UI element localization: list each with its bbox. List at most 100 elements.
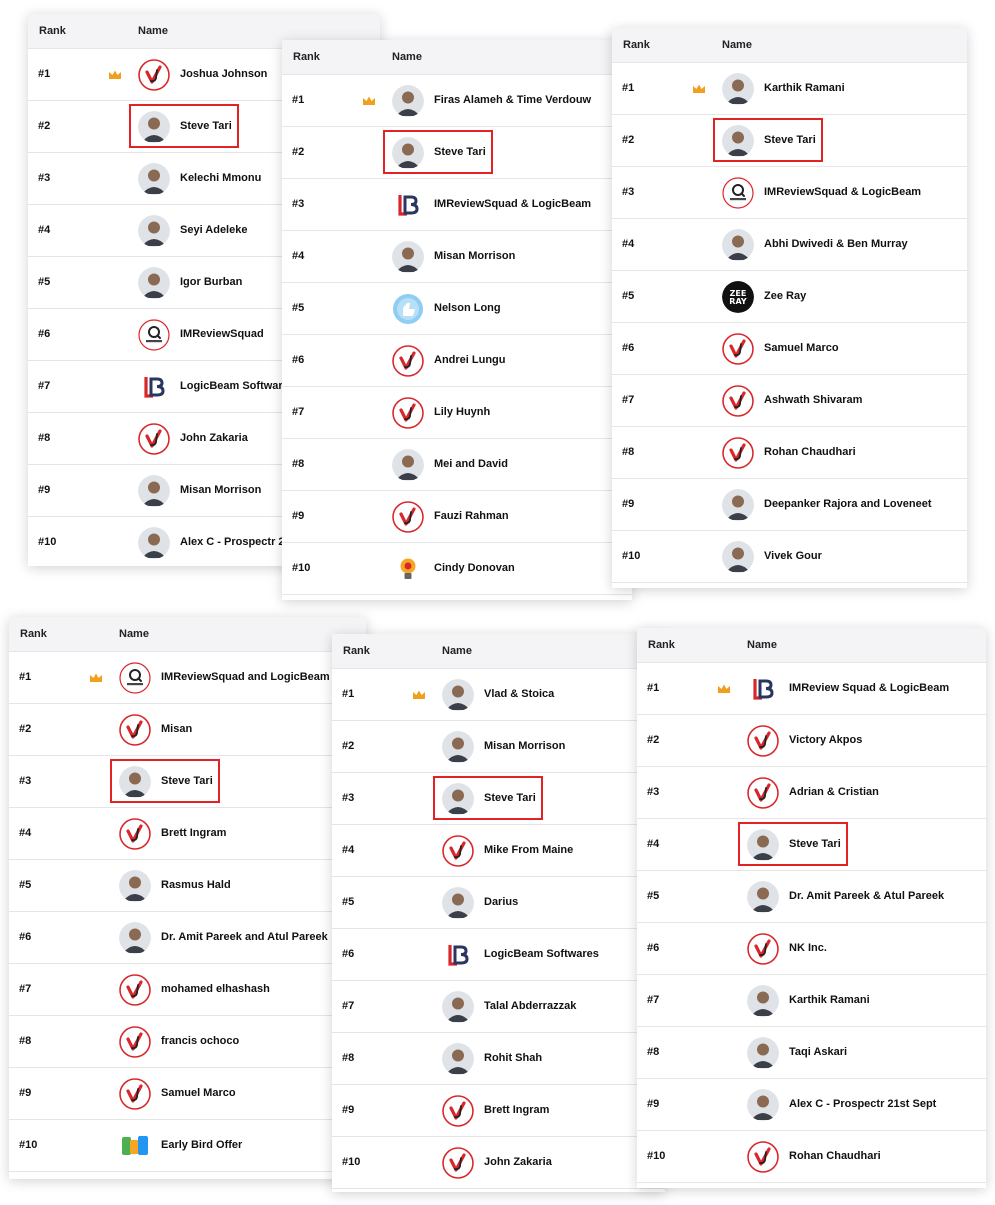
rank-label: #9 <box>19 1087 32 1099</box>
participant-name: IMReviewSquad & LogicBeam <box>434 198 592 210</box>
table-row[interactable]: #8 Rohit Shah <box>332 1033 665 1085</box>
table-row[interactable]: #3 IMReviewSquad & LogicBeam <box>612 167 967 219</box>
participant-name: LogicBeam Softwares <box>180 380 295 392</box>
table-row[interactable]: #9 Alex C - Prospectr 21st Sept <box>637 1079 986 1131</box>
jv-logo-icon <box>138 423 170 455</box>
table-row[interactable]: #2 Steve Tari <box>282 127 632 179</box>
participant-name: Dr. Amit Pareek & Atul Pareek <box>789 890 945 902</box>
table-row[interactable]: #2 Victory Akpos <box>637 715 986 767</box>
participant-name: Fauzi Rahman <box>434 510 509 522</box>
leaderboard-4: Rank Name #1 IMReviewSquad and LogicBeam #2 M… <box>9 617 366 1179</box>
table-row[interactable]: #6 LogicBeam Softwares <box>332 929 665 981</box>
rank-label: #8 <box>292 458 305 470</box>
table-row[interactable]: #10 Vivek Gour <box>612 531 967 583</box>
table-row[interactable]: #5 Dr. Amit Pareek & Atul Pareek <box>637 871 986 923</box>
rank-label: #10 <box>622 550 641 562</box>
rank-label: #3 <box>342 792 355 804</box>
table-row[interactable]: #1 Vlad & Stoica <box>332 669 665 721</box>
rank-label: #8 <box>38 432 51 444</box>
rank-label: #9 <box>622 498 635 510</box>
rank-column-header: Rank <box>39 25 66 37</box>
person-photo-icon <box>392 449 424 481</box>
table-row[interactable]: #8 francis ochoco <box>9 1016 366 1068</box>
rank-label: #1 <box>38 68 51 80</box>
person-photo-icon <box>392 85 424 117</box>
table-row[interactable]: #3 Steve Tari <box>332 773 665 825</box>
table-row[interactable]: #7 Talal Abderrazzak <box>332 981 665 1033</box>
highlight-box <box>110 759 220 803</box>
table-row[interactable]: #4 Mike From Maine <box>332 825 665 877</box>
highlight-box <box>738 822 848 866</box>
table-row[interactable]: #9 Samuel Marco <box>9 1068 366 1120</box>
rank-label: #3 <box>622 186 635 198</box>
table-row[interactable]: #2 Misan <box>9 704 366 756</box>
table-row[interactable]: #5 ZEE RAY Zee Ray <box>612 271 967 323</box>
rank-label: #10 <box>38 536 57 548</box>
participant-name: Dr. Amit Pareek and Atul Pareek <box>161 931 328 943</box>
table-row[interactable]: #5 Rasmus Hald <box>9 860 366 912</box>
table-row[interactable]: #9 Deepanker Rajora and Loveneet <box>612 479 967 531</box>
table-row[interactable]: #1 IMReview Squad & LogicBeam <box>637 663 986 715</box>
participant-name: Vivek Gour <box>764 550 822 562</box>
table-row[interactable]: #5 Nelson Long <box>282 283 632 335</box>
zee-ray-logo-icon: ZEE RAY <box>722 281 754 313</box>
table-row[interactable]: #7 Ashwath Shivaram <box>612 375 967 427</box>
table-row[interactable]: #10 John Zakaria <box>332 1137 665 1189</box>
rank-label: #4 <box>647 838 660 850</box>
rank-label: #5 <box>292 302 305 314</box>
name-column-header: Name <box>119 628 149 640</box>
jv-logo-icon <box>392 345 424 377</box>
table-row[interactable]: #4 Abhi Dwivedi & Ben Murray <box>612 219 967 271</box>
table-row[interactable]: #3 IMReviewSquad & LogicBeam <box>282 179 632 231</box>
participant-name: Early Bird Offer <box>161 1139 243 1151</box>
participant-name: John Zakaria <box>484 1156 552 1168</box>
table-row[interactable]: #10 Early Bird Offer <box>9 1120 366 1172</box>
table-row[interactable]: #7 Karthik Ramani <box>637 975 986 1027</box>
table-row[interactable]: #1 Firas Alameh & Time Verdouw <box>282 75 632 127</box>
participant-name: Zee Ray <box>764 290 807 302</box>
table-row[interactable]: #2 Misan Morrison <box>332 721 665 773</box>
rank-label: #2 <box>38 120 51 132</box>
participant-name: Rohan Chaudhari <box>764 446 856 458</box>
rank-label: #2 <box>622 134 635 146</box>
table-row[interactable]: #8 Mei and David <box>282 439 632 491</box>
table-row[interactable]: #7 Lily Huynh <box>282 387 632 439</box>
person-photo-icon <box>442 1043 474 1075</box>
table-row[interactable]: #5 Darius <box>332 877 665 929</box>
rank-column-header: Rank <box>20 628 47 640</box>
table-row[interactable]: #3 Adrian & Cristian <box>637 767 986 819</box>
person-photo-icon <box>722 73 754 105</box>
participant-name: Abhi Dwivedi & Ben Murray <box>764 238 908 250</box>
table-row[interactable]: #1 Karthik Ramani <box>612 63 967 115</box>
participant-name: Taqi Askari <box>789 1046 848 1058</box>
table-row[interactable]: #9 Fauzi Rahman <box>282 491 632 543</box>
table-row[interactable]: #9 Brett Ingram <box>332 1085 665 1137</box>
table-row[interactable]: #10 Rohan Chaudhari <box>637 1131 986 1183</box>
participant-name: Ashwath Shivaram <box>764 394 863 406</box>
rank-label: #4 <box>622 238 635 250</box>
table-row[interactable]: #6 NK Inc. <box>637 923 986 975</box>
person-photo-icon <box>442 731 474 763</box>
participant-name: Vlad & Stoica <box>484 688 555 700</box>
table-row[interactable]: #6 Dr. Amit Pareek and Atul Pareek <box>9 912 366 964</box>
table-row[interactable]: #6 Samuel Marco <box>612 323 967 375</box>
table-row[interactable]: #4 Brett Ingram <box>9 808 366 860</box>
rank-label: #9 <box>342 1104 355 1116</box>
table-row[interactable]: #4 Misan Morrison <box>282 231 632 283</box>
crown-icon <box>717 681 731 693</box>
table-row[interactable]: #8 Taqi Askari <box>637 1027 986 1079</box>
table-row[interactable]: #7 mohamed elhashash <box>9 964 366 1016</box>
table-row[interactable]: #1 IMReviewSquad and LogicBeam <box>9 652 366 704</box>
rank-label: #1 <box>622 82 635 94</box>
table-row[interactable]: #6 Andrei Lungu <box>282 335 632 387</box>
table-row[interactable]: #4 Steve Tari <box>637 819 986 871</box>
table-row[interactable]: #10 Cindy Donovan <box>282 543 632 595</box>
participant-name: IMReviewSquad and LogicBeam <box>161 671 330 683</box>
rank-label: #6 <box>38 328 51 340</box>
rank-label: #4 <box>38 224 51 236</box>
person-photo-icon <box>722 541 754 573</box>
rank-label: #7 <box>342 1000 355 1012</box>
table-row[interactable]: #2 Steve Tari <box>612 115 967 167</box>
table-row[interactable]: #3 Steve Tari <box>9 756 366 808</box>
table-row[interactable]: #8 Rohan Chaudhari <box>612 427 967 479</box>
